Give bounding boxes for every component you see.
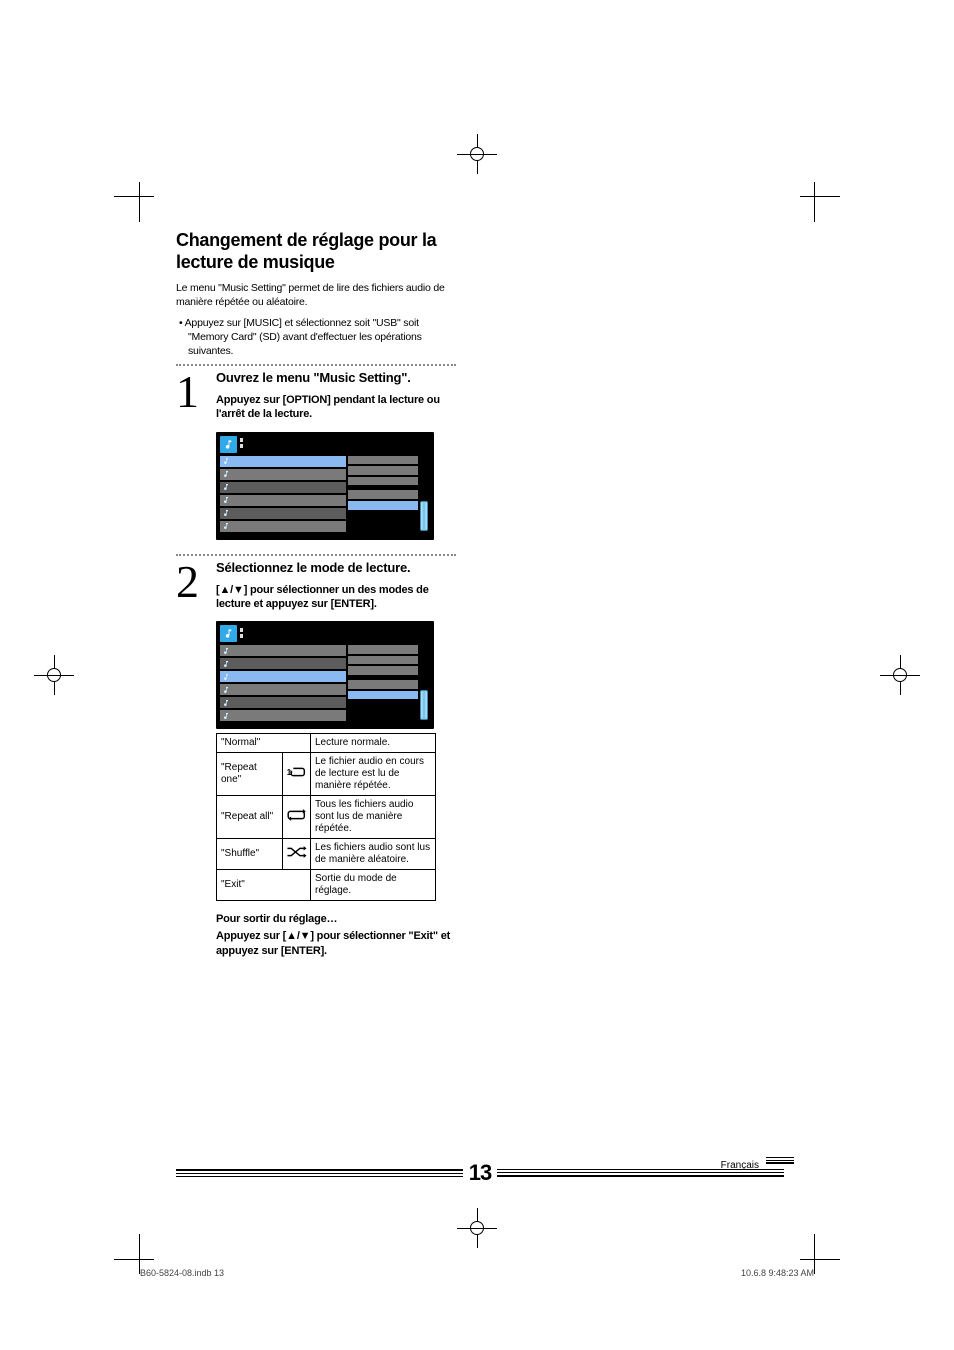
step-instruction: [▲/▼] pour sélectionner un des modes de … [216,583,456,612]
step-instruction: Appuyez sur [OPTION] pendant la lecture … [216,393,456,422]
step-title: Ouvrez le menu "Music Setting". [216,370,456,385]
modes-table: "Normal" Lecture normale. "Repeat one" 1… [216,733,436,901]
file-name: B60-5824-08.indb 13 [140,1268,224,1278]
mode-desc: Sortie du mode de réglage. [311,870,436,901]
print-metadata: B60-5824-08.indb 13 10.6.8 9:48:23 AM [140,1268,814,1278]
step-title: Sélectionnez le mode de lecture. [216,560,456,575]
step-number: 1 [176,370,206,540]
divider [176,364,456,366]
mode-name: "Repeat one" [217,753,283,796]
crop-mark [100,1220,140,1260]
exit-heading: Pour sortir du réglage… [216,913,456,925]
timestamp: 10.6.8 9:48:23 AM [741,1268,814,1278]
mode-desc: Le fichier audio en cours de lecture est… [311,753,436,796]
registration-mark-left [34,655,74,695]
table-row: "Normal" Lecture normale. [217,734,436,753]
table-row: "Repeat one" 1 Le fichier audio en cours… [217,753,436,796]
mode-desc: Tous les fichiers audio sont lus de mani… [311,796,436,839]
language-label: Français [721,1160,759,1171]
repeat-one-icon: 1 [283,753,311,796]
music-icon [220,625,237,642]
mode-name: "Repeat all" [217,796,283,839]
mode-desc: Lecture normale. [311,734,436,753]
section-heading: Changement de réglage pour la lecture de… [176,230,456,273]
registration-mark-right [880,655,920,695]
shuffle-icon [283,839,311,870]
mode-name: "Shuffle" [217,839,283,870]
crop-mark [100,196,140,236]
table-row: "Repeat all" Tous les fichiers audio son… [217,796,436,839]
footer-rule: 13 [176,1160,784,1186]
exit-instruction: Appuyez sur [▲/▼] pour sélectionner "Exi… [216,929,456,958]
mode-name: "Exit" [217,870,311,901]
crop-mark [814,1220,854,1260]
registration-mark-top [457,134,497,174]
intro-text: Le menu "Music Setting" permet de lire d… [176,281,456,309]
table-row: "Shuffle" Les fichiers audio sont lus de… [217,839,436,870]
table-row: "Exit" Sortie du mode de réglage. [217,870,436,901]
bullet-note: • Appuyez sur [MUSIC] et sélectionnez so… [176,316,456,359]
repeat-all-icon [283,796,311,839]
registration-mark-bottom [457,1208,497,1248]
ui-screenshot-2 [216,621,434,729]
step-number: 2 [176,560,206,958]
crop-mark [814,196,854,236]
music-icon [220,436,237,453]
ui-screenshot-1 [216,432,434,540]
divider [176,554,456,556]
step-2: 2 Sélectionnez le mode de lecture. [▲/▼]… [176,558,456,958]
mode-desc: Les fichiers audio sont lus de manière a… [311,839,436,870]
step-1: 1 Ouvrez le menu "Music Setting". Appuye… [176,368,456,540]
decorative-lines [766,1157,794,1167]
mode-name: "Normal" [217,734,311,753]
page-number: 13 [469,1160,491,1186]
